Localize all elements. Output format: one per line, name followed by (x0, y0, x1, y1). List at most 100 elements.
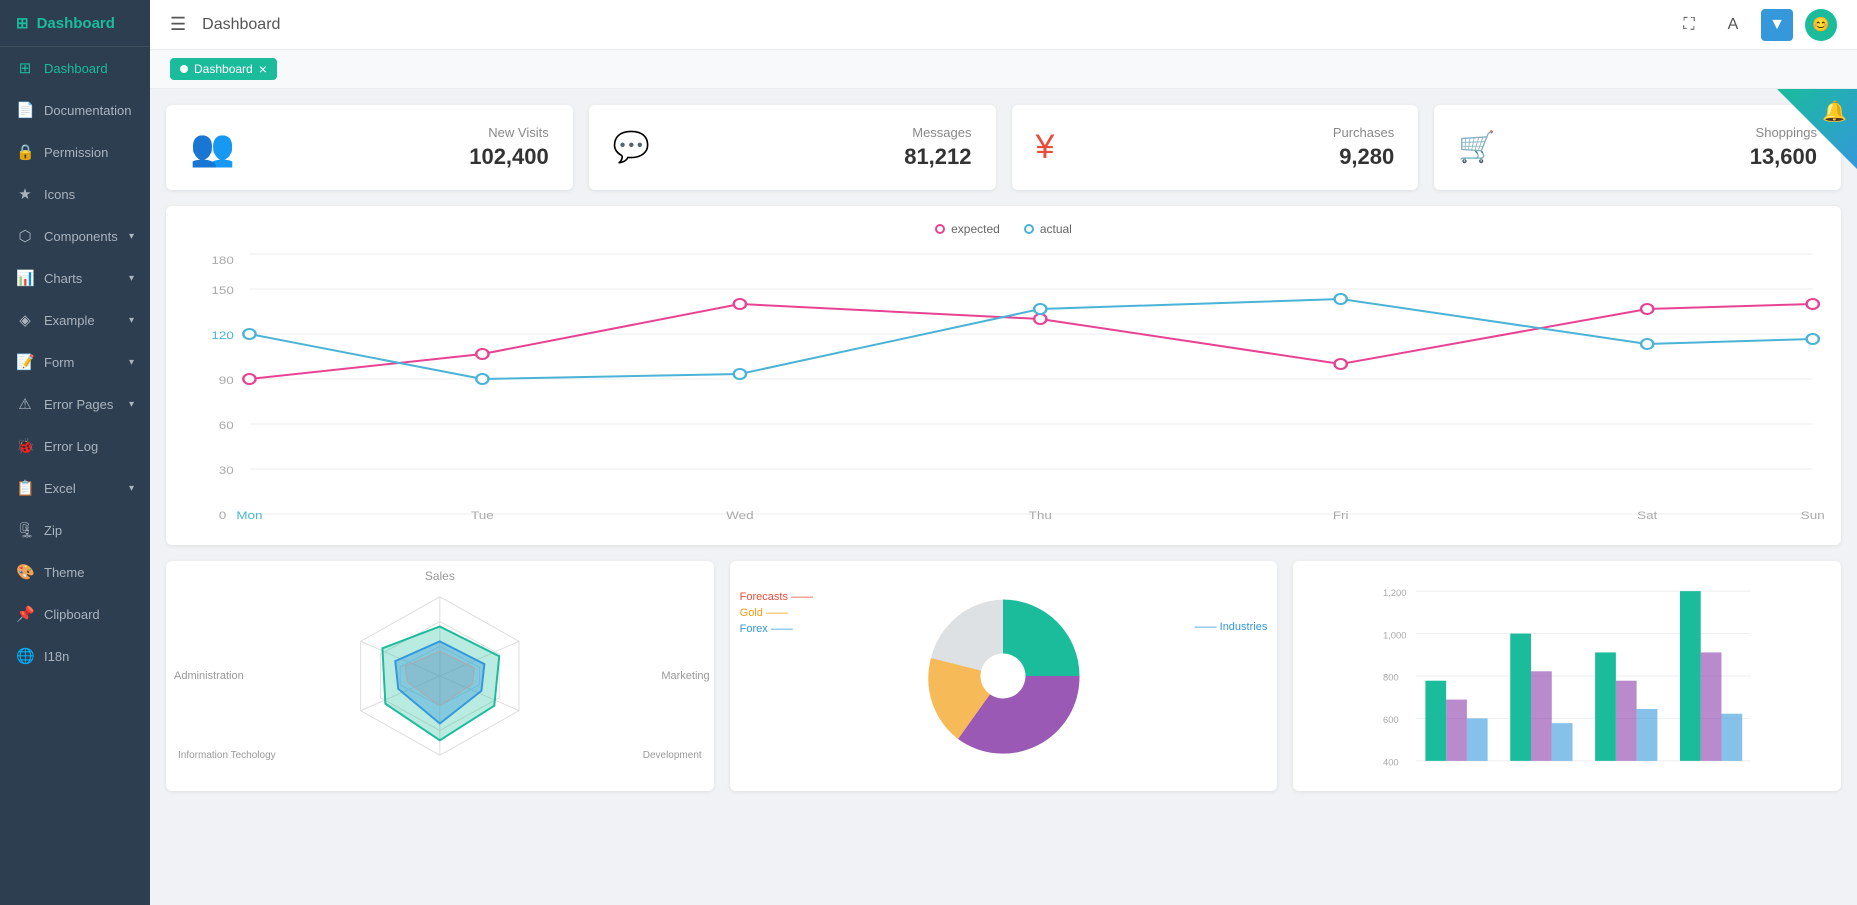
theme-icon: 🎨 (16, 563, 34, 581)
content-area: 👥 New Visits 102,400 💬 Messages 81,212 ¥ (150, 89, 1857, 807)
sidebar-item-permission[interactable]: 🔒 Permission (0, 131, 150, 173)
sidebar-item-i18n[interactable]: 🌐 I18n (0, 635, 150, 677)
sidebar-item-error-log[interactable]: 🐞 Error Log (0, 425, 150, 467)
breadcrumb-tag: Dashboard × (170, 58, 277, 80)
svg-text:400: 400 (1383, 757, 1399, 768)
dashboard-icon: ⊞ (16, 59, 34, 77)
sidebar-item-label: Dashboard (44, 61, 108, 76)
sidebar-logo[interactable]: ⊞ Dashboard (0, 0, 150, 47)
sidebar-item-label: Zip (44, 523, 62, 538)
svg-text:0: 0 (219, 509, 227, 522)
dropdown-button[interactable]: ▼ (1761, 9, 1793, 41)
shoppings-icon: 🛒 (1458, 130, 1495, 165)
gold-label: Gold —— (740, 607, 813, 619)
svg-text:180: 180 (211, 254, 234, 267)
expected-label: expected (951, 222, 1000, 236)
menu-icon[interactable]: ☰ (170, 14, 186, 35)
svg-text:150: 150 (211, 284, 234, 297)
sidebar-item-excel[interactable]: 📋 Excel ▾ (0, 467, 150, 509)
actual-label: actual (1040, 222, 1072, 236)
messages-icon: 💬 (613, 130, 650, 165)
messages-value: 81,212 (670, 144, 971, 170)
topbar-actions: ⛶ A ▼ 😊 (1673, 9, 1837, 41)
sidebar-item-clipboard[interactable]: 📌 Clipboard (0, 593, 150, 635)
sidebar-item-dashboard[interactable]: ⊞ Dashboard (0, 47, 150, 89)
forecasts-label: Forecasts —— (740, 591, 813, 603)
chevron-down-icon: ▾ (129, 273, 134, 284)
sidebar-item-label: Form (44, 355, 74, 370)
legend-actual: actual (1024, 222, 1072, 236)
sidebar-item-theme[interactable]: 🎨 Theme (0, 551, 150, 593)
svg-text:Sun: Sun (1801, 509, 1825, 522)
visits-info: New Visits 102,400 (255, 125, 549, 170)
sidebar-item-label: Permission (44, 145, 108, 160)
chevron-down-icon: ▾ (129, 315, 134, 326)
pie-chart-card: Forecasts —— Gold —— Forex —— —— Industr… (730, 561, 1278, 791)
sidebar-item-label: Error Log (44, 439, 98, 454)
bar-svg: 400 600 800 1,000 1,200 (1309, 577, 1825, 775)
svg-text:Wed: Wed (726, 509, 754, 522)
visits-icon: 👥 (190, 127, 235, 169)
purchases-info: Purchases 9,280 (1074, 125, 1394, 170)
bar-chart-card: 400 600 800 1,000 1,200 (1293, 561, 1841, 791)
breadcrumb-dot (180, 65, 188, 73)
svg-text:1,000: 1,000 (1383, 629, 1407, 640)
main-content: ☰ Dashboard ⛶ A ▼ 😊 Dashboard × 🔔 👥 Ne (150, 0, 1857, 905)
svg-text:1,200: 1,200 (1383, 587, 1407, 598)
chevron-down-icon: ▾ (129, 231, 134, 242)
sidebar-item-label: Components (44, 229, 118, 244)
components-icon: ⬡ (16, 227, 34, 245)
fullscreen-icon[interactable]: ⛶ (1673, 9, 1705, 41)
chevron-down-icon: ▾ (129, 399, 134, 410)
industries-label: —— Industries (1195, 621, 1268, 633)
sidebar-item-label: I18n (44, 649, 69, 664)
messages-label: Messages (670, 125, 971, 140)
sidebar-item-label: Icons (44, 187, 75, 202)
lock-icon: 🔒 (16, 143, 34, 161)
svg-text:Thu: Thu (1029, 509, 1052, 522)
radar-admin-label: Administration (174, 670, 244, 682)
close-icon[interactable]: × (259, 61, 267, 77)
sidebar-item-documentation[interactable]: 📄 Documentation (0, 89, 150, 131)
logo-label: Dashboard (37, 15, 115, 32)
stat-card-purchases: ¥ Purchases 9,280 (1012, 105, 1419, 190)
i18n-icon: 🌐 (16, 647, 34, 665)
stat-card-shoppings: 🛒 Shoppings 13,600 (1434, 105, 1841, 190)
sidebar-item-icons[interactable]: ★ Icons (0, 173, 150, 215)
actual-dot (1024, 224, 1034, 234)
stat-card-messages: 💬 Messages 81,212 (589, 105, 996, 190)
error-log-icon: 🐞 (16, 437, 34, 455)
star-icon: ★ (16, 185, 34, 203)
sidebar-item-label: Theme (44, 565, 84, 580)
shoppings-label: Shoppings (1516, 125, 1817, 140)
avatar[interactable]: 😊 (1805, 9, 1837, 41)
chevron-down-icon: ▾ (129, 357, 134, 368)
radar-svg (182, 577, 698, 775)
svg-text:Tue: Tue (471, 509, 494, 522)
sidebar-item-zip[interactable]: 🗜 Zip (0, 509, 150, 551)
line-chart-card: expected actual 0 30 60 90 120 150 180 (166, 206, 1841, 545)
chart-legend: expected actual (182, 222, 1825, 236)
zip-icon: 🗜 (16, 521, 34, 539)
form-icon: 📝 (16, 353, 34, 371)
sidebar-item-form[interactable]: 📝 Form ▾ (0, 341, 150, 383)
radar-chart-card: Sales Administration Marketing Informati… (166, 561, 714, 791)
line-chart-svg: 0 30 60 90 120 150 180 (182, 244, 1825, 524)
legend-expected: expected (935, 222, 1000, 236)
svg-text:Mon: Mon (236, 509, 262, 522)
font-size-icon[interactable]: A (1717, 9, 1749, 41)
sidebar-item-error-pages[interactable]: ⚠ Error Pages ▾ (0, 383, 150, 425)
example-icon: ◈ (16, 311, 34, 329)
radar-sales-label: Sales (425, 569, 455, 583)
sidebar-item-components[interactable]: ⬡ Components ▾ (0, 215, 150, 257)
svg-text:Fri: Fri (1333, 509, 1349, 522)
svg-text:600: 600 (1383, 714, 1399, 725)
sidebar-item-charts[interactable]: 📊 Charts ▾ (0, 257, 150, 299)
svg-text:800: 800 (1383, 672, 1399, 683)
visits-label: New Visits (255, 125, 549, 140)
sidebar-item-example[interactable]: ◈ Example ▾ (0, 299, 150, 341)
stat-card-visits: 👥 New Visits 102,400 (166, 105, 573, 190)
page-title: Dashboard (202, 16, 1657, 34)
svg-text:Sat: Sat (1637, 509, 1658, 522)
shoppings-info: Shoppings 13,600 (1516, 125, 1817, 170)
